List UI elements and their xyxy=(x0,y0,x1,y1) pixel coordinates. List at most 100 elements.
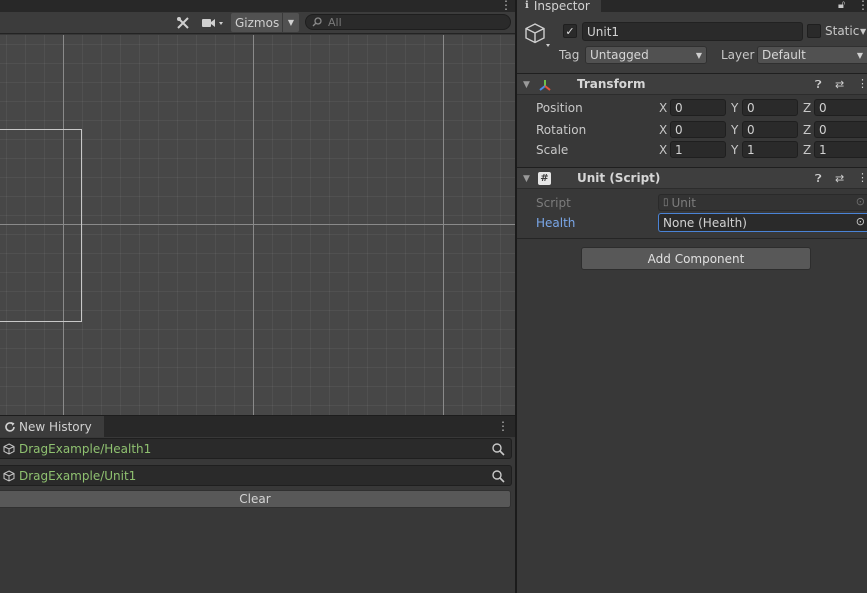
foldout-arrow-icon[interactable]: ▼ xyxy=(523,174,530,184)
script-file-icon: ▯ xyxy=(663,197,669,208)
static-checkbox[interactable] xyxy=(807,24,821,38)
layer-value: Default xyxy=(762,48,806,62)
help-icon[interactable]: ❓︎ xyxy=(815,78,822,92)
rotation-y-value: 0 xyxy=(747,122,755,137)
position-label: Position xyxy=(536,101,583,115)
history-item-label: DragExample/Unit1 xyxy=(19,468,137,483)
rotation-z-value: 0 xyxy=(819,122,827,137)
rotation-label: Rotation xyxy=(536,123,587,137)
transform-component-header[interactable]: ▼ Transform ❓︎ ⇄ ⋮ xyxy=(517,73,867,95)
transform-title: Transform xyxy=(577,77,646,91)
gameobject-name-field[interactable]: Unit1 xyxy=(582,22,803,41)
scene-viewport[interactable] xyxy=(0,35,515,415)
inspector-tab-strip: ℹ Inspector 🔓︎ ⋮ xyxy=(517,0,867,12)
position-z-value: 0 xyxy=(819,100,827,115)
scene-toolbar: Gizmos ▼ All xyxy=(0,12,515,34)
axis-y-label: Y xyxy=(731,143,739,157)
active-toggle-checkbox[interactable]: ✓ xyxy=(563,24,577,38)
scale-y-value: 1 xyxy=(747,142,755,157)
gameobject-cube-icon xyxy=(3,469,15,482)
history-item-label: DragExample/Health1 xyxy=(19,441,152,456)
search-icon[interactable] xyxy=(491,442,505,456)
scene-tab-strip: ⋮ xyxy=(0,0,515,12)
scale-label: Scale xyxy=(536,143,569,157)
search-icon[interactable] xyxy=(491,469,505,483)
axis-z-label: Z xyxy=(803,123,812,137)
history-tab-strip: New History ⋮ xyxy=(0,415,515,438)
tag-dropdown[interactable]: Untagged ▼ xyxy=(585,46,707,64)
gameobject-cube-icon[interactable] xyxy=(524,22,550,50)
history-tab-label: New History xyxy=(19,420,92,434)
clear-button[interactable]: Clear xyxy=(0,490,511,508)
rotation-x-field[interactable]: 0 xyxy=(670,121,726,138)
health-label: Health xyxy=(536,216,576,230)
position-z-field[interactable]: 0 xyxy=(814,99,867,116)
rotation-z-field[interactable]: 0 xyxy=(814,121,867,138)
axis-z-label: Z xyxy=(803,143,812,157)
axis-x-label: X xyxy=(659,143,668,157)
selected-object-outline[interactable] xyxy=(0,129,82,322)
search-placeholder: All xyxy=(328,15,342,29)
object-picker-icon[interactable]: ⊙ xyxy=(856,215,865,228)
lock-icon[interactable]: 🔓︎ xyxy=(838,0,845,12)
scale-y-field[interactable]: 1 xyxy=(742,141,798,158)
position-y-value: 0 xyxy=(747,100,755,115)
axis-x-label: X xyxy=(659,123,668,137)
script-value: Unit xyxy=(671,195,696,210)
presets-icon[interactable]: ⇄ xyxy=(835,172,844,185)
help-icon[interactable]: ❓︎ xyxy=(815,172,822,186)
unit-script-title: Unit (Script) xyxy=(577,171,661,185)
grid-axis-line xyxy=(253,35,254,415)
tools-icon[interactable] xyxy=(172,13,194,32)
component-kebab-menu-icon[interactable]: ⋮ xyxy=(857,171,867,184)
position-x-field[interactable]: 0 xyxy=(670,99,726,116)
gameobject-header: ✓ Unit1 Static ▼ Tag Untagged ▼ Layer De… xyxy=(517,12,867,74)
refresh-icon xyxy=(5,422,15,432)
history-item[interactable]: DragExample/Health1 xyxy=(0,438,512,459)
inspector-tab-label: Inspector xyxy=(533,0,590,12)
gizmos-label: Gizmos xyxy=(235,15,280,30)
rotation-x-value: 0 xyxy=(675,122,683,137)
health-object-field[interactable]: None (Health) ⊙ xyxy=(658,213,867,232)
chevron-down-icon: ▼ xyxy=(695,51,702,60)
scene-kebab-menu-icon[interactable]: ⋮ xyxy=(500,0,512,12)
rotation-y-field[interactable]: 0 xyxy=(742,121,798,138)
gameobject-cube-icon xyxy=(3,442,15,455)
chevron-down-icon[interactable]: ▼ xyxy=(282,13,299,32)
history-item[interactable]: DragExample/Unit1 xyxy=(0,465,512,486)
grid-axis-line xyxy=(443,35,444,415)
presets-icon[interactable]: ⇄ xyxy=(835,78,844,91)
unit-script-component-header[interactable]: ▼ # Unit (Script) ❓︎ ⇄ ⋮ xyxy=(517,167,867,189)
scale-x-value: 1 xyxy=(675,142,683,157)
layer-dropdown[interactable]: Default ▼ xyxy=(757,46,867,64)
scene-search-input[interactable]: All xyxy=(305,14,511,30)
axis-x-label: X xyxy=(659,101,668,115)
component-kebab-menu-icon[interactable]: ⋮ xyxy=(857,77,867,90)
add-component-button[interactable]: Add Component xyxy=(581,247,811,270)
health-value: None (Health) xyxy=(663,215,747,230)
tab-new-history[interactable]: New History xyxy=(0,416,104,438)
inspector-kebab-menu-icon[interactable]: ⋮ xyxy=(857,0,867,12)
scale-z-value: 1 xyxy=(819,142,827,157)
scale-z-field[interactable]: 1 xyxy=(814,141,867,158)
history-kebab-menu-icon[interactable]: ⋮ xyxy=(497,419,509,433)
tab-inspector[interactable]: ℹ Inspector xyxy=(517,0,601,12)
gizmos-dropdown[interactable]: Gizmos ▼ xyxy=(231,13,299,32)
scale-x-field[interactable]: 1 xyxy=(670,141,726,158)
position-x-value: 0 xyxy=(675,100,683,115)
component-divider xyxy=(517,238,867,239)
position-y-field[interactable]: 0 xyxy=(742,99,798,116)
axis-y-label: Y xyxy=(731,123,739,137)
foldout-arrow-icon[interactable]: ▼ xyxy=(523,80,530,90)
history-panel xyxy=(0,437,515,593)
tag-value: Untagged xyxy=(590,48,649,62)
static-label: Static xyxy=(825,24,860,38)
chevron-down-icon[interactable]: ▼ xyxy=(860,27,866,36)
info-icon: ℹ xyxy=(525,0,529,11)
camera-icon[interactable] xyxy=(198,13,228,32)
script-hash-icon: # xyxy=(538,172,551,185)
script-object-field: ▯ Unit ⊙ xyxy=(658,194,867,211)
axis-z-label: Z xyxy=(803,101,812,115)
transform-axes-icon xyxy=(539,80,551,91)
layer-label: Layer xyxy=(721,48,755,62)
